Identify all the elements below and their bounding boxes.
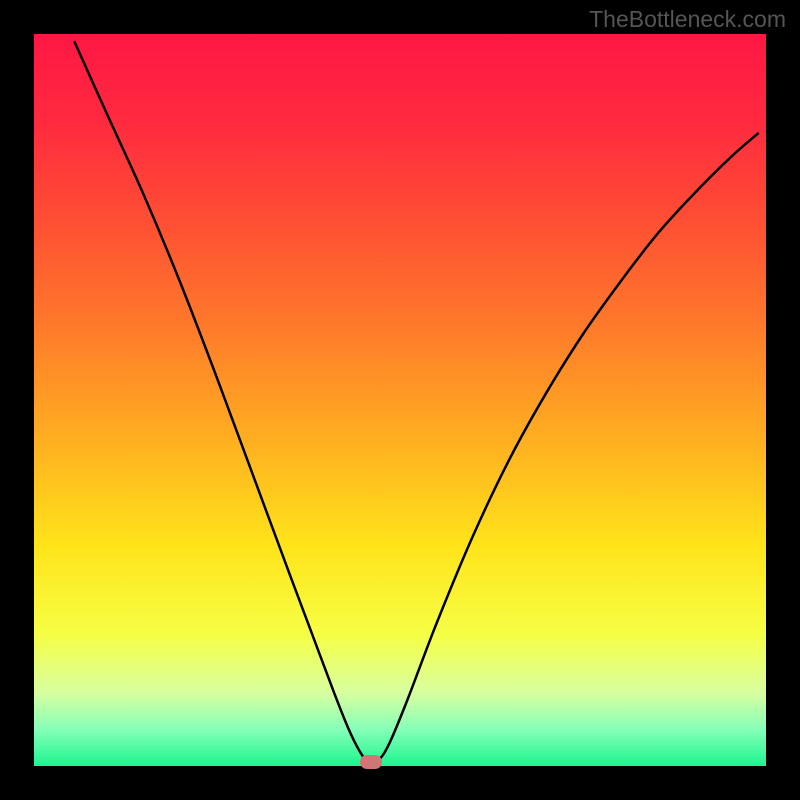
bottleneck-marker [360,755,382,769]
plot-svg [34,34,766,766]
gradient-background [34,34,766,766]
watermark-label: TheBottleneck.com [589,6,786,33]
chart-frame: TheBottleneck.com [0,0,800,800]
plot-area [34,34,766,766]
